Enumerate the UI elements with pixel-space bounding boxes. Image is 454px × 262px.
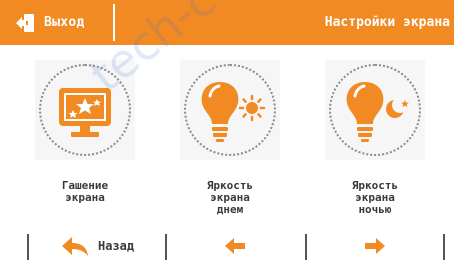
label-line: днем [216, 203, 244, 216]
tile-label-night-brightness: Яркость экрана ночью [315, 180, 435, 216]
back-label: Назад [98, 239, 135, 253]
exit-label: Выход [44, 15, 85, 30]
arrow-right-icon [365, 238, 385, 254]
day-brightness-icon [201, 82, 266, 142]
divider [27, 234, 29, 260]
exit-button[interactable]: Выход [14, 0, 114, 45]
back-button[interactable]: Назад [60, 230, 134, 262]
next-button[interactable] [364, 230, 386, 262]
divider [443, 234, 445, 260]
top-bar: Выход Настройки экрана [0, 0, 454, 45]
back-arrow-icon [62, 237, 88, 256]
night-brightness-icon [346, 82, 409, 142]
label-line: ночью [358, 203, 392, 216]
previous-button[interactable] [224, 230, 246, 262]
bottom-bar: Назад [0, 230, 454, 262]
tile-label-screen-blanking: Гашение экрана [25, 180, 145, 204]
tile-night-brightness[interactable] [325, 60, 425, 160]
header-divider [113, 4, 115, 41]
page-title: Настройки экрана [324, 15, 450, 30]
tile-day-brightness[interactable] [180, 60, 280, 160]
label-line: экрана [65, 191, 105, 204]
tile-screen-blanking[interactable] [35, 60, 135, 160]
arrow-left-icon [225, 238, 245, 254]
exit-icon [16, 13, 34, 32]
divider [305, 234, 307, 260]
screen-blanking-icon [59, 88, 111, 137]
divider [165, 234, 167, 260]
tile-label-day-brightness: Яркость экрана днем [170, 180, 290, 216]
